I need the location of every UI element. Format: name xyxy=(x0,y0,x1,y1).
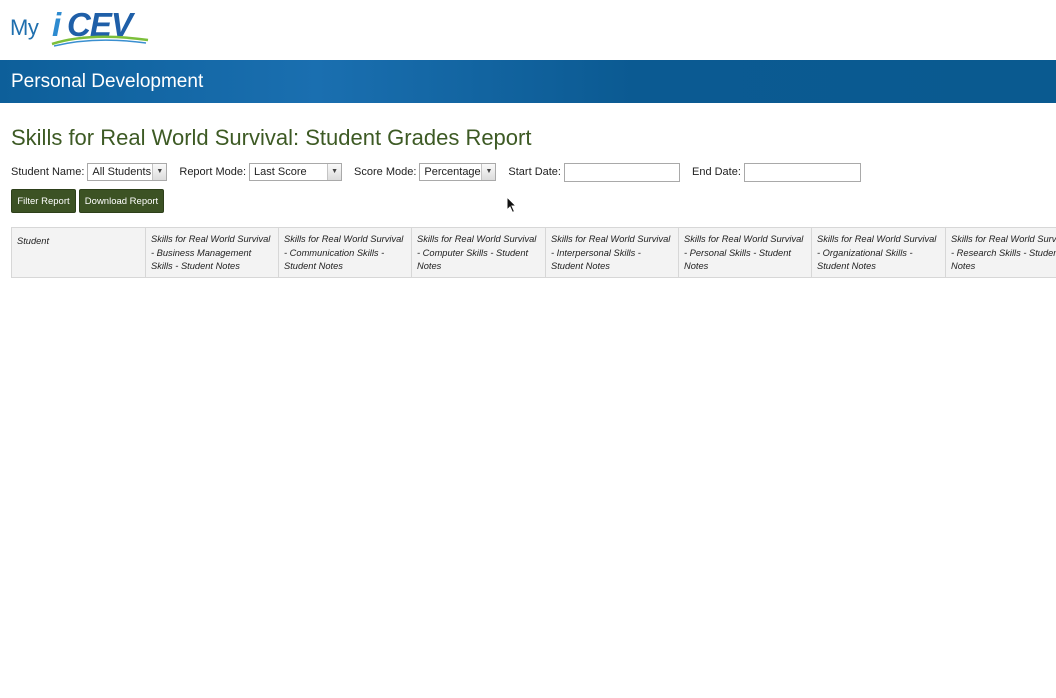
banner-title: Personal Development xyxy=(11,71,204,92)
column-header-business-management[interactable]: Skills for Real World Survival - Busines… xyxy=(146,228,279,277)
score-mode-label: Score Mode: xyxy=(354,166,417,178)
column-header-communication[interactable]: Skills for Real World Survival - Communi… xyxy=(279,228,412,277)
student-name-value: All Students xyxy=(92,166,152,178)
chevron-down-icon[interactable]: ▼ xyxy=(152,164,167,180)
column-header-interpersonal[interactable]: Skills for Real World Survival - Interpe… xyxy=(546,228,679,277)
page-title: Skills for Real World Survival: Student … xyxy=(11,125,532,150)
start-date-label: Start Date: xyxy=(508,166,561,178)
myicev-logo[interactable]: My i CEV xyxy=(10,6,150,47)
report-mode-value: Last Score xyxy=(254,166,307,178)
student-name-label: Student Name: xyxy=(11,166,85,178)
student-name-select[interactable]: All Students ▼ xyxy=(87,163,168,181)
score-mode-value: Percentage xyxy=(424,166,481,178)
column-header-organizational[interactable]: Skills for Real World Survival - Organiz… xyxy=(812,228,946,277)
report-mode-label: Report Mode: xyxy=(179,166,247,178)
column-header-student[interactable]: Student xyxy=(12,228,146,277)
logo-my-text: My xyxy=(10,15,39,40)
filter-report-button[interactable]: Filter Report xyxy=(11,189,76,213)
end-date-input[interactable] xyxy=(743,162,861,182)
column-header-personal[interactable]: Skills for Real World Survival - Persona… xyxy=(679,228,812,277)
download-report-button[interactable]: Download Report xyxy=(79,189,164,213)
end-date-label: End Date: xyxy=(691,166,741,178)
chevron-down-icon[interactable]: ▼ xyxy=(327,164,342,180)
score-mode-select[interactable]: Percentage ▼ xyxy=(419,163,497,181)
column-header-computer[interactable]: Skills for Real World Survival - Compute… xyxy=(412,228,546,277)
chevron-down-icon[interactable]: ▼ xyxy=(481,164,496,180)
report-filters: Student Name: All Students ▼ Report Mode… xyxy=(11,162,873,182)
column-header-research[interactable]: Skills for Real World Survival - Researc… xyxy=(946,228,1056,277)
grades-table-header: Student Skills for Real World Survival -… xyxy=(11,227,1056,278)
start-date-input[interactable] xyxy=(563,162,680,182)
mouse-cursor-icon xyxy=(506,196,518,214)
logo-swoosh-icon xyxy=(51,35,149,47)
report-mode-select[interactable]: Last Score ▼ xyxy=(249,163,343,181)
course-banner: Personal Development xyxy=(0,60,1056,103)
